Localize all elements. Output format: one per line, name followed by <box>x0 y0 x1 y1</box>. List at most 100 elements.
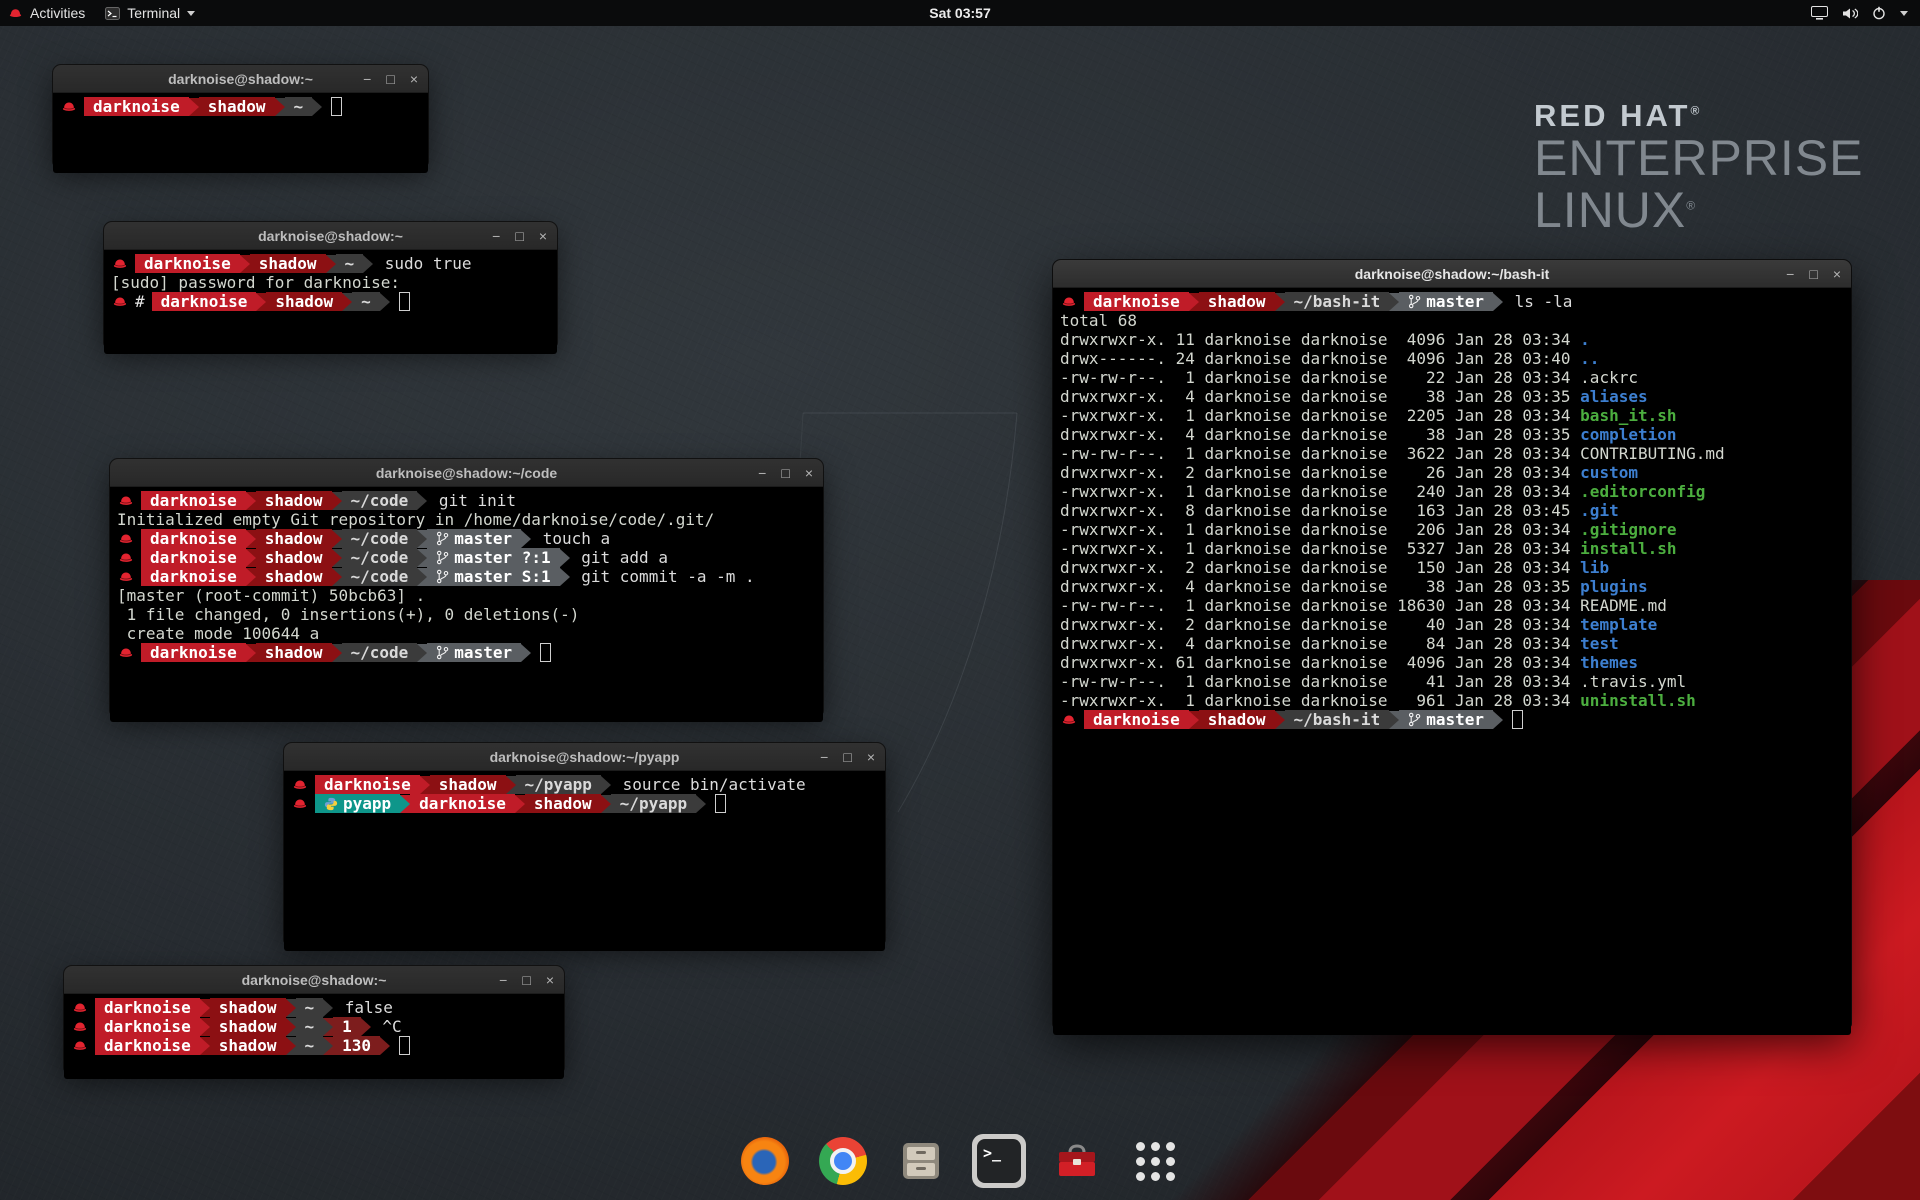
terminal-window[interactable]: darknoise@shadow:~ − □ × darknoiseshadow… <box>53 65 428 165</box>
output-text: drwxrwxr-x. 2 darknoise darknoise 40 Jan… <box>1060 615 1580 634</box>
output-text: drwxrwxr-x. 11 darknoise darknoise 4096 … <box>1060 330 1580 349</box>
window-titlebar[interactable]: darknoise@shadow:~ − □ × <box>53 65 428 93</box>
terminal-window[interactable]: darknoise@shadow:~/bash-it − □ × darknoi… <box>1053 260 1851 1027</box>
git-branch-icon <box>1408 294 1421 309</box>
minimize-button[interactable]: − <box>820 750 828 764</box>
prompt-segment-user: darknoise <box>315 775 420 794</box>
minimize-button[interactable]: − <box>492 229 500 243</box>
maximize-button[interactable]: □ <box>1809 267 1817 281</box>
status-area[interactable] <box>1811 6 1920 20</box>
terminal-window[interactable]: darknoise@shadow:~ − □ × darknoiseshadow… <box>64 966 564 1071</box>
maximize-button[interactable]: □ <box>522 973 530 987</box>
terminal-line: darknoiseshadow~/codemaster ?:1 git add … <box>117 548 816 567</box>
clock[interactable]: Sat 03:57 <box>929 5 990 21</box>
dock-firefox[interactable] <box>738 1134 792 1188</box>
minimize-button[interactable]: − <box>363 72 371 86</box>
close-button[interactable]: × <box>546 973 554 987</box>
terminal-line: drwxrwxr-x. 2 darknoise darknoise 26 Jan… <box>1060 463 1844 482</box>
app-menu-label: Terminal <box>127 5 180 21</box>
output-text: -rwxrwxr-x. 1 darknoise darknoise 5327 J… <box>1060 539 1580 558</box>
minimize-button[interactable]: − <box>499 973 507 987</box>
terminal-content[interactable]: darknoiseshadow~/code git initInitialize… <box>110 487 823 722</box>
prompt-segment-path: ~/code <box>342 491 418 510</box>
powerline-separator <box>332 644 342 662</box>
powerline-separator <box>246 644 256 662</box>
dock-terminal[interactable]: >_ <box>972 1134 1026 1188</box>
powerline-separator <box>417 549 427 567</box>
activities-button[interactable]: Activities <box>8 5 85 21</box>
minimize-button[interactable]: − <box>758 466 766 480</box>
prompt-segment-user: darknoise <box>135 254 240 273</box>
chevron-down-icon <box>1900 11 1908 16</box>
prompt-segment-path: ~/code <box>342 529 418 548</box>
terminal-line: create mode 100644 a <box>117 624 816 643</box>
dock-files[interactable] <box>894 1134 948 1188</box>
close-button[interactable]: × <box>539 229 547 243</box>
maximize-button[interactable]: □ <box>843 750 851 764</box>
command-text: source bin/activate <box>613 775 806 794</box>
prompt-segment-path: ~/code <box>342 567 418 586</box>
output-text: -rw-rw-r--. 1 darknoise darknoise 3622 J… <box>1060 444 1580 463</box>
window-titlebar[interactable]: darknoise@shadow:~/bash-it − □ × <box>1053 260 1851 288</box>
window-titlebar[interactable]: darknoise@shadow:~/code − □ × <box>110 459 823 487</box>
directory-name: themes <box>1580 653 1638 672</box>
terminal-content[interactable]: darknoiseshadow~ sudo true[sudo] passwor… <box>104 250 557 354</box>
maximize-button[interactable]: □ <box>781 466 789 480</box>
terminal-line: -rw-rw-r--. 1 darknoise darknoise 18630 … <box>1060 596 1844 615</box>
maximize-button[interactable]: □ <box>515 229 523 243</box>
prompt-segment-path: ~/code <box>342 643 418 662</box>
terminal-line: drwxrwxr-x. 11 darknoise darknoise 4096 … <box>1060 330 1844 349</box>
minimize-button[interactable]: − <box>1786 267 1794 281</box>
terminal-window[interactable]: darknoise@shadow:~ − □ × darknoiseshadow… <box>104 222 557 346</box>
window-titlebar[interactable]: darknoise@shadow:~ − □ × <box>104 222 557 250</box>
dock-app-grid[interactable] <box>1128 1134 1182 1188</box>
close-button[interactable]: × <box>1833 267 1841 281</box>
output-text: -rw-rw-r--. 1 darknoise darknoise 22 Jan… <box>1060 368 1580 387</box>
directory-name: aliases <box>1580 387 1647 406</box>
root-indicator: # <box>135 292 145 311</box>
git-branch-icon <box>436 531 449 546</box>
cursor <box>540 643 551 662</box>
redhat-icon <box>118 494 134 507</box>
directory-name: lib <box>1580 558 1609 577</box>
powerline-separator <box>560 549 570 567</box>
terminal-content[interactable]: darknoiseshadow~/bash-itmaster ls -latot… <box>1053 288 1851 1035</box>
app-menu[interactable]: Terminal <box>105 5 195 21</box>
redhat-icon <box>118 646 134 659</box>
terminal-line: darknoiseshadow~/pyapp source bin/activa… <box>291 775 878 794</box>
terminal-window[interactable]: darknoise@shadow:~/pyapp − □ × darknoise… <box>284 743 885 943</box>
prompt-segment-path: ~ <box>336 254 364 273</box>
prompt-segment-git: master <box>427 643 521 662</box>
prompt-segment-host: shadow <box>199 97 275 116</box>
powerline-separator <box>601 795 611 813</box>
powerline-separator <box>1389 293 1399 311</box>
powerline-separator <box>515 795 525 813</box>
cursor <box>399 292 410 311</box>
powerline-separator <box>506 776 516 794</box>
rhel-brand: RED HAT® ENTERPRISE LINUX® <box>1534 100 1864 236</box>
powerline-separator <box>200 1018 210 1036</box>
close-button[interactable]: × <box>805 466 813 480</box>
terminal-window[interactable]: darknoise@shadow:~/code − □ × darknoises… <box>110 459 823 714</box>
terminal-content[interactable]: darknoiseshadow~ falsedarknoiseshadow~1 … <box>64 994 564 1079</box>
prompt-segment-path: ~/pyapp <box>611 794 696 813</box>
volume-icon <box>1842 7 1858 20</box>
output-text: drwxrwxr-x. 61 darknoise darknoise 4096 … <box>1060 653 1580 672</box>
window-titlebar[interactable]: darknoise@shadow:~/pyapp − □ × <box>284 743 885 771</box>
window-titlebar[interactable]: darknoise@shadow:~ − □ × <box>64 966 564 994</box>
powerline-separator <box>332 568 342 586</box>
terminal-content[interactable]: darknoise shadow ~/pyapp source bin/activa… <box>284 771 885 951</box>
dock-toolbox[interactable] <box>1050 1134 1104 1188</box>
prompt-segment-host: shadow <box>525 794 601 813</box>
command-text: git commit -a -m . <box>572 567 755 586</box>
dock-chrome[interactable] <box>816 1134 870 1188</box>
prompt-segment-user: darknoise <box>141 643 246 662</box>
executable-name: uninstall.sh <box>1580 691 1696 710</box>
power-icon <box>1872 6 1886 20</box>
maximize-button[interactable]: □ <box>386 72 394 86</box>
git-branch-icon <box>436 550 449 565</box>
terminal-content[interactable]: darknoiseshadow~ <box>53 93 428 173</box>
powerline-separator <box>1189 711 1199 729</box>
close-button[interactable]: × <box>867 750 875 764</box>
close-button[interactable]: × <box>410 72 418 86</box>
